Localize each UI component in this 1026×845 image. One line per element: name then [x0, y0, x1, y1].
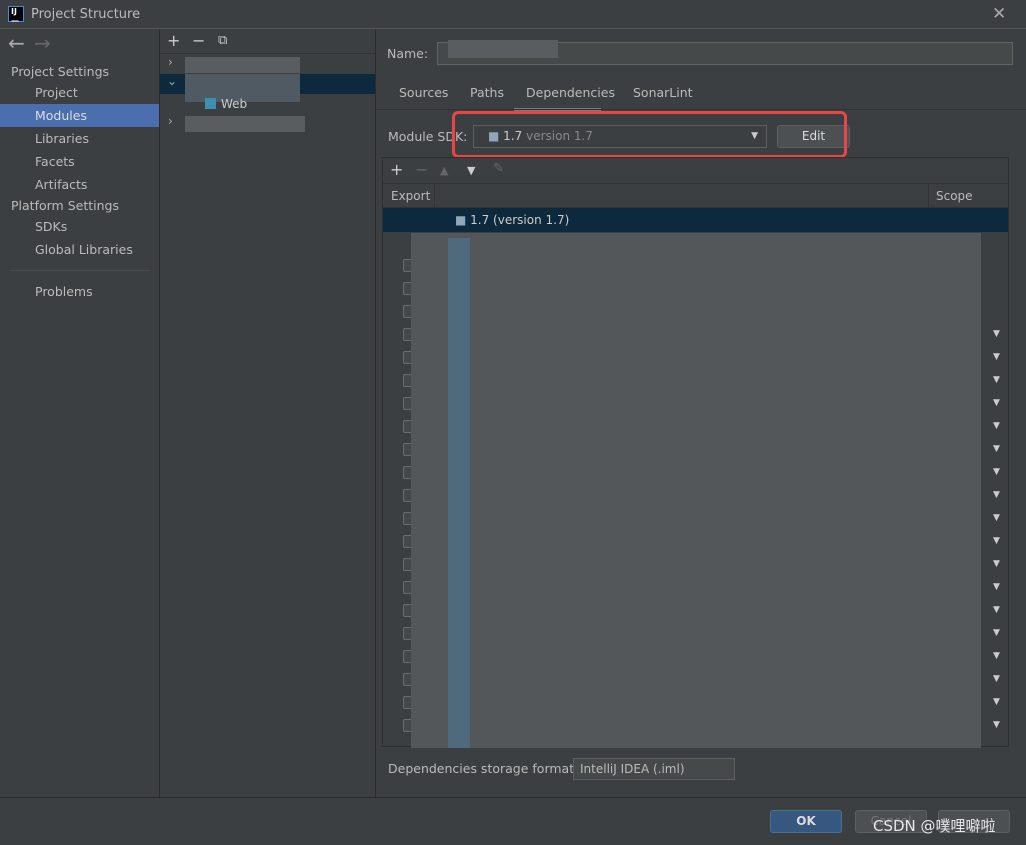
highlight-annotation — [452, 111, 847, 158]
scope-dropdown-icon[interactable]: ▼ — [993, 605, 1000, 615]
title-bar: IJ — Project Structure ✕ — [0, 0, 1026, 29]
intellij-logo: IJ — — [8, 6, 24, 25]
add-icon[interactable]: + — [390, 160, 403, 179]
window-title: Project Structure — [31, 7, 141, 22]
scope-dropdown-icon[interactable]: ▼ — [993, 352, 1000, 362]
sidebar: ← → Project Settings Project Modules Lib… — [0, 29, 160, 797]
forward-icon[interactable]: → — [34, 31, 51, 55]
name-input[interactable] — [437, 40, 1013, 65]
column-scope[interactable]: Scope — [936, 189, 973, 203]
redacted-area — [448, 238, 470, 748]
scope-dropdown-icon[interactable]: ▼ — [993, 651, 1000, 661]
section-platform-settings: Platform Settings — [11, 198, 119, 213]
sidebar-item-artifacts[interactable]: Artifacts — [0, 173, 159, 196]
ok-button[interactable]: OK — [770, 810, 842, 833]
column-export[interactable]: Export — [391, 189, 430, 203]
scope-dropdown-icon[interactable]: ▼ — [993, 559, 1000, 569]
edit-icon[interactable]: ✎ — [493, 161, 504, 176]
sidebar-item-modules[interactable]: Modules — [0, 104, 159, 127]
sidebar-item-facets[interactable]: Facets — [0, 150, 159, 173]
scope-dropdown-icon[interactable]: ▼ — [993, 467, 1000, 477]
dependencies-toolbar: + − ▲ ▼ ✎ — [383, 158, 1008, 184]
tab-paths[interactable]: Paths — [470, 85, 504, 111]
back-icon[interactable]: ← — [8, 31, 25, 55]
section-project-settings: Project Settings — [11, 64, 110, 79]
add-icon[interactable]: + — [167, 31, 180, 50]
scope-dropdown-icon[interactable]: ▼ — [993, 490, 1000, 500]
watermark: CSDN @噗哩噼啦 — [873, 817, 996, 835]
divider — [376, 109, 1026, 110]
name-label: Name: — [387, 46, 429, 61]
web-icon — [205, 98, 216, 109]
sidebar-item-sdks[interactable]: SDKs — [0, 215, 159, 238]
folder-icon: ■ — [455, 213, 471, 227]
tab-sources[interactable]: Sources — [399, 85, 448, 111]
tab-sonarlint[interactable]: SonarLint — [633, 85, 693, 111]
dependencies-table: + − ▲ ▼ ✎ Export Scope ■ 1.7 (version 1.… — [382, 157, 1009, 748]
tab-dependencies[interactable]: Dependencies — [514, 85, 615, 111]
module-tree-panel: + − ⧉ › ⌄ Web › — [160, 29, 376, 797]
remove-icon[interactable]: − — [192, 31, 205, 50]
redacted-area — [411, 233, 981, 748]
sidebar-item-global-libraries[interactable]: Global Libraries — [0, 238, 159, 261]
tree-item[interactable]: › — [160, 55, 375, 75]
move-down-icon[interactable]: ▼ — [467, 164, 475, 177]
scope-dropdown-icon[interactable]: ▼ — [993, 697, 1000, 707]
scope-dropdown-icon[interactable]: ▼ — [993, 513, 1000, 523]
sidebar-item-project[interactable]: Project — [0, 81, 159, 104]
storage-format-dropdown[interactable]: IntelliJ IDEA (.iml) — [573, 758, 735, 780]
scope-dropdown-icon[interactable]: ▼ — [993, 421, 1000, 431]
tree-item-web[interactable]: Web — [160, 95, 375, 115]
scope-dropdown-icon[interactable]: ▼ — [993, 375, 1000, 385]
table-header: Export Scope — [383, 184, 1008, 208]
close-icon[interactable]: ✕ — [992, 4, 1006, 24]
divider — [160, 53, 375, 54]
scope-dropdown-icon[interactable]: ▼ — [993, 674, 1000, 684]
remove-icon[interactable]: − — [415, 160, 428, 179]
move-up-icon[interactable]: ▲ — [440, 164, 448, 177]
tree-item-selected[interactable]: ⌄ — [160, 74, 375, 102]
scope-dropdown-icon[interactable]: ▼ — [993, 628, 1000, 638]
tree-item[interactable]: › — [160, 114, 375, 134]
scope-dropdown-icon[interactable]: ▼ — [993, 398, 1000, 408]
divider — [10, 270, 150, 271]
scope-dropdown-icon[interactable]: ▼ — [993, 444, 1000, 454]
copy-icon[interactable]: ⧉ — [218, 33, 227, 48]
scope-dropdown-icon[interactable]: ▼ — [993, 536, 1000, 546]
storage-format-label: Dependencies storage format: — [388, 761, 579, 776]
scope-dropdown-icon[interactable]: ▼ — [993, 329, 1000, 339]
scope-dropdown-icon[interactable]: ▼ — [993, 720, 1000, 730]
scope-dropdown-icon[interactable]: ▼ — [993, 582, 1000, 592]
table-row-sdk[interactable]: ■ 1.7 (version 1.7) — [383, 208, 1008, 232]
sidebar-item-problems[interactable]: Problems — [0, 280, 159, 303]
sidebar-item-libraries[interactable]: Libraries — [0, 127, 159, 150]
